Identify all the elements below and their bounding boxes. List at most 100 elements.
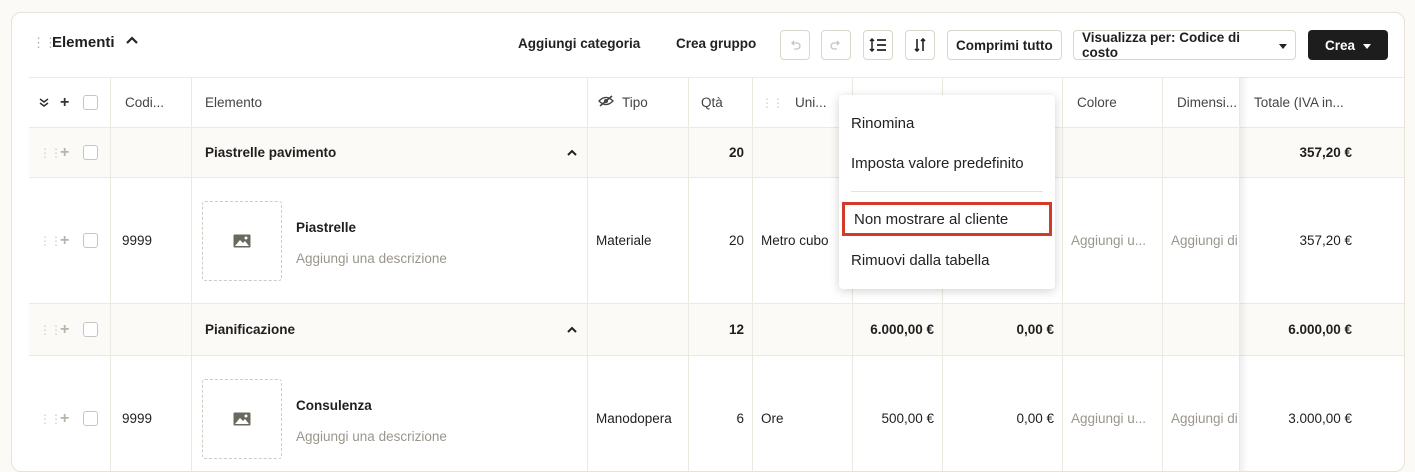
image-icon [233,234,251,247]
menu-item-hide-from-client[interactable]: Non mostrare al cliente [842,202,1052,236]
chevron-up-icon[interactable] [567,145,577,160]
drag-handle-icon[interactable]: ⋮⋮ [39,412,62,426]
row-checkbox[interactable] [83,145,98,160]
add-icon[interactable]: + [60,321,69,339]
row-controls: ⋮⋮ + [29,304,110,355]
column-total[interactable]: Totale (IVA in... [1240,78,1404,127]
cell-total: 357,20 € [1299,233,1352,248]
cell-qty[interactable]: 6 [689,356,753,471]
add-category-button[interactable]: Aggiungi categoria [518,36,640,51]
menu-divider [851,191,1043,192]
column-context-menu: Rinomina Imposta valore predefinito Non … [839,95,1055,289]
cell-qty: 20 [689,128,753,177]
cell-price: 6.000,00 € [853,304,943,355]
cell-qty: 12 [689,304,753,355]
row-controls: ⋮⋮ + [29,178,110,303]
cell-element[interactable]: Consulenza Aggiungi una descrizione [192,356,588,471]
image-icon [233,412,251,425]
caret-down-icon [1279,38,1287,53]
menu-item-rename[interactable]: Rinomina [851,115,914,132]
cell-color [1063,128,1163,177]
create-label: Crea [1324,37,1356,53]
cell-price[interactable]: 500,00 € [853,356,943,471]
redo-button[interactable] [821,30,851,60]
add-icon[interactable]: + [60,94,69,112]
add-icon[interactable]: + [60,144,69,162]
cell-code[interactable]: 9999 [110,356,192,471]
table-row: ⋮⋮ + 9999 Consulenza Aggiungi una descri… [29,355,1404,471]
cell-unit[interactable]: Metro cubo [753,178,853,303]
view-by-select[interactable]: Visualizza per: Codice di costo [1073,30,1296,60]
image-placeholder[interactable] [202,378,282,459]
column-color[interactable]: Colore [1063,78,1163,127]
expand-all-icon[interactable] [39,95,49,110]
column-type[interactable]: Tipo [588,78,689,127]
undo-button[interactable] [780,30,810,60]
cell-code [110,128,192,177]
drag-handle-icon[interactable]: ⋮⋮ [39,323,62,337]
section-title: Elementi [52,34,115,51]
row-checkbox[interactable] [83,322,98,337]
drag-handle-icon[interactable]: ⋮⋮ [39,234,62,248]
cell-qty[interactable]: 20 [689,178,753,303]
caret-down-icon [1363,38,1372,53]
cell-type[interactable]: Materiale [588,178,689,303]
drag-handle-icon[interactable]: ⋮⋮ [39,146,62,160]
view-by-label: Visualizza per: Codice di costo [1082,30,1241,60]
cell-cost[interactable]: 0,00 € [943,356,1063,471]
select-all-checkbox[interactable] [83,95,98,110]
elements-card: ⋮⋮ Elementi Aggiungi categoria Crea grup… [11,12,1405,472]
description-field[interactable]: Aggiungi una descrizione [296,429,447,444]
add-icon[interactable]: + [60,232,69,250]
table-row: ⋮⋮ + 9999 Piastrelle Aggiungi una descri… [29,177,1404,303]
cell-dimensions[interactable]: Aggiungi di [1163,178,1240,303]
sort-icon [914,37,926,53]
column-element[interactable]: Elemento [192,78,588,127]
cell-code[interactable]: 9999 [110,178,192,303]
create-button[interactable]: Crea [1308,30,1388,60]
element-name[interactable]: Piastrelle [296,220,447,235]
row-checkbox[interactable] [83,233,98,248]
cell-dimensions [1163,304,1240,355]
sort-button[interactable] [905,30,935,60]
group-row: ⋮⋮ + Pianificazione 12 6.000,00 € 0,00 €… [29,303,1404,355]
collapse-all-button[interactable]: Comprimi tutto [947,30,1062,60]
image-placeholder[interactable] [202,200,282,281]
cell-type [588,304,689,355]
cell-group-name[interactable]: Pianificazione [192,304,588,355]
cell-group-name[interactable]: Piastrelle pavimento [192,128,588,177]
cell-total: 6.000,00 € [1288,322,1352,337]
chevron-up-icon[interactable] [126,35,138,45]
table-header: + Codi... Elemento Tipo Qtà ⋮⋮ Uni... Co… [29,77,1404,127]
add-icon[interactable]: + [60,410,69,428]
cell-color[interactable]: Aggiungi u... [1063,178,1163,303]
cell-type [588,128,689,177]
row-height-button[interactable] [863,30,893,60]
create-group-button[interactable]: Crea gruppo [676,36,756,51]
menu-item-remove-from-table[interactable]: Rimuovi dalla tabella [851,252,989,269]
row-height-icon [869,37,886,53]
cell-total: 3.000,00 € [1288,411,1352,426]
column-unit[interactable]: ⋮⋮ Uni... [753,78,853,127]
cell-dimensions[interactable]: Aggiungi di [1163,356,1240,471]
cell-dimensions [1163,128,1240,177]
element-name[interactable]: Consulenza [296,398,447,413]
cell-element[interactable]: Piastrelle Aggiungi una descrizione [192,178,588,303]
row-checkbox[interactable] [83,411,98,426]
chevron-up-icon[interactable] [567,322,577,337]
row-controls: ⋮⋮ + [29,356,110,471]
eye-off-icon [598,95,614,110]
cell-cost: 0,00 € [943,304,1063,355]
cell-type[interactable]: Manodopera [588,356,689,471]
description-field[interactable]: Aggiungi una descrizione [296,251,447,266]
cell-unit [753,128,853,177]
column-dimensions[interactable]: Dimensi... [1163,78,1240,127]
cell-color[interactable]: Aggiungi u... [1063,356,1163,471]
cell-unit[interactable]: Ore [753,356,853,471]
column-code[interactable]: Codi... [110,78,192,127]
drag-handle-icon[interactable]: ⋮⋮ [761,96,784,110]
cell-color [1063,304,1163,355]
column-qty[interactable]: Qtà [689,78,753,127]
menu-item-set-default[interactable]: Imposta valore predefinito [851,155,1024,172]
cell-unit [753,304,853,355]
